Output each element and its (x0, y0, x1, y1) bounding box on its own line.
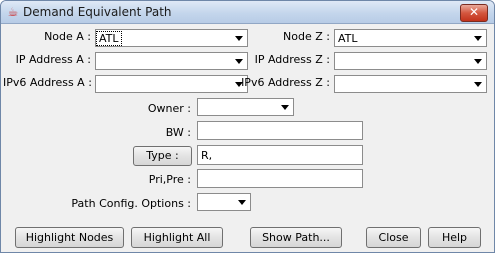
ip-address-z-combo[interactable] (334, 52, 487, 70)
pri-pre-label: Pri,Pre : (148, 173, 191, 186)
close-button[interactable]: Close (366, 227, 421, 248)
type-input[interactable]: R, (197, 145, 363, 165)
java-cup-icon: ☕ (7, 5, 19, 19)
node-a-combo[interactable]: ATL (95, 29, 248, 47)
ip-address-a-combo[interactable] (95, 52, 248, 70)
chevron-down-icon (281, 105, 289, 110)
node-z-combo[interactable]: ATL (334, 29, 487, 47)
help-button[interactable]: Help (428, 227, 481, 248)
chevron-down-icon (474, 59, 482, 64)
chevron-down-icon (238, 200, 246, 205)
ipv6-address-a-label: IPv6 Address A : (3, 76, 92, 89)
chevron-down-icon (235, 36, 243, 41)
node-z-value: ATL (338, 32, 358, 45)
ipv6-address-z-combo[interactable] (334, 75, 487, 93)
owner-combo[interactable] (197, 98, 294, 116)
chevron-down-icon (474, 82, 482, 87)
show-path-button[interactable]: Show Path... (250, 227, 342, 248)
node-a-value: ATL (96, 31, 122, 46)
chevron-down-icon (474, 36, 482, 41)
window-title: Demand Equivalent Path (23, 5, 172, 19)
ipv6-address-z-label: IPv6 Address Z : (241, 76, 330, 89)
type-button[interactable]: Type : (133, 146, 192, 166)
chevron-down-icon (235, 59, 243, 64)
node-a-label: Node A : (44, 30, 91, 43)
bw-label: BW : (165, 126, 191, 139)
owner-label: Owner : (147, 102, 191, 115)
close-icon: ✕ (468, 5, 480, 19)
type-value: R, (201, 149, 213, 162)
title-bar[interactable]: ☕ Demand Equivalent Path ✕ (1, 1, 494, 24)
path-config-options-combo[interactable] (197, 193, 251, 211)
dialog-window: ☕ Demand Equivalent Path ✕ Node A : ATL … (0, 0, 495, 253)
highlight-all-button[interactable]: Highlight All (131, 227, 223, 248)
highlight-nodes-button[interactable]: Highlight Nodes (15, 227, 124, 248)
ip-address-z-label: IP Address Z : (254, 53, 330, 66)
window-close-button[interactable]: ✕ (460, 4, 488, 22)
path-config-options-label: Path Config. Options : (71, 197, 191, 210)
node-z-label: Node Z : (283, 30, 330, 43)
ipv6-address-a-combo[interactable] (95, 75, 248, 93)
ip-address-a-label: IP Address A : (15, 53, 91, 66)
bw-input[interactable] (197, 121, 363, 140)
pri-pre-input[interactable] (197, 169, 363, 188)
